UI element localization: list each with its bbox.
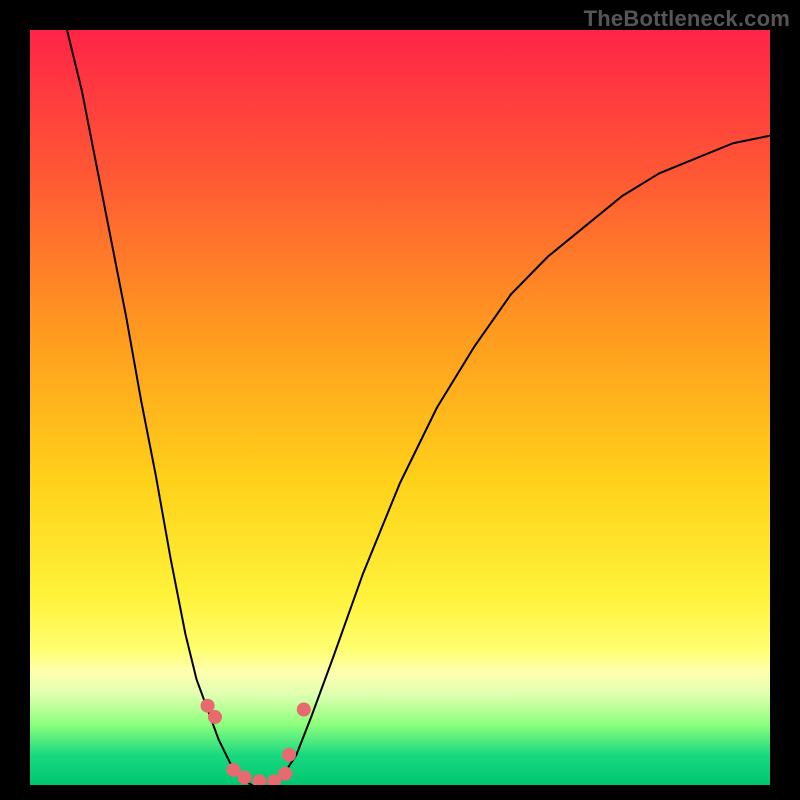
data-marker (297, 703, 311, 717)
data-marker (282, 748, 296, 762)
chart-background (30, 30, 770, 785)
watermark-text: TheBottleneck.com (584, 6, 790, 32)
data-marker (278, 767, 292, 781)
data-marker (208, 710, 222, 724)
chart-svg (30, 30, 770, 785)
data-marker (238, 770, 252, 784)
stage: TheBottleneck.com (0, 0, 800, 800)
